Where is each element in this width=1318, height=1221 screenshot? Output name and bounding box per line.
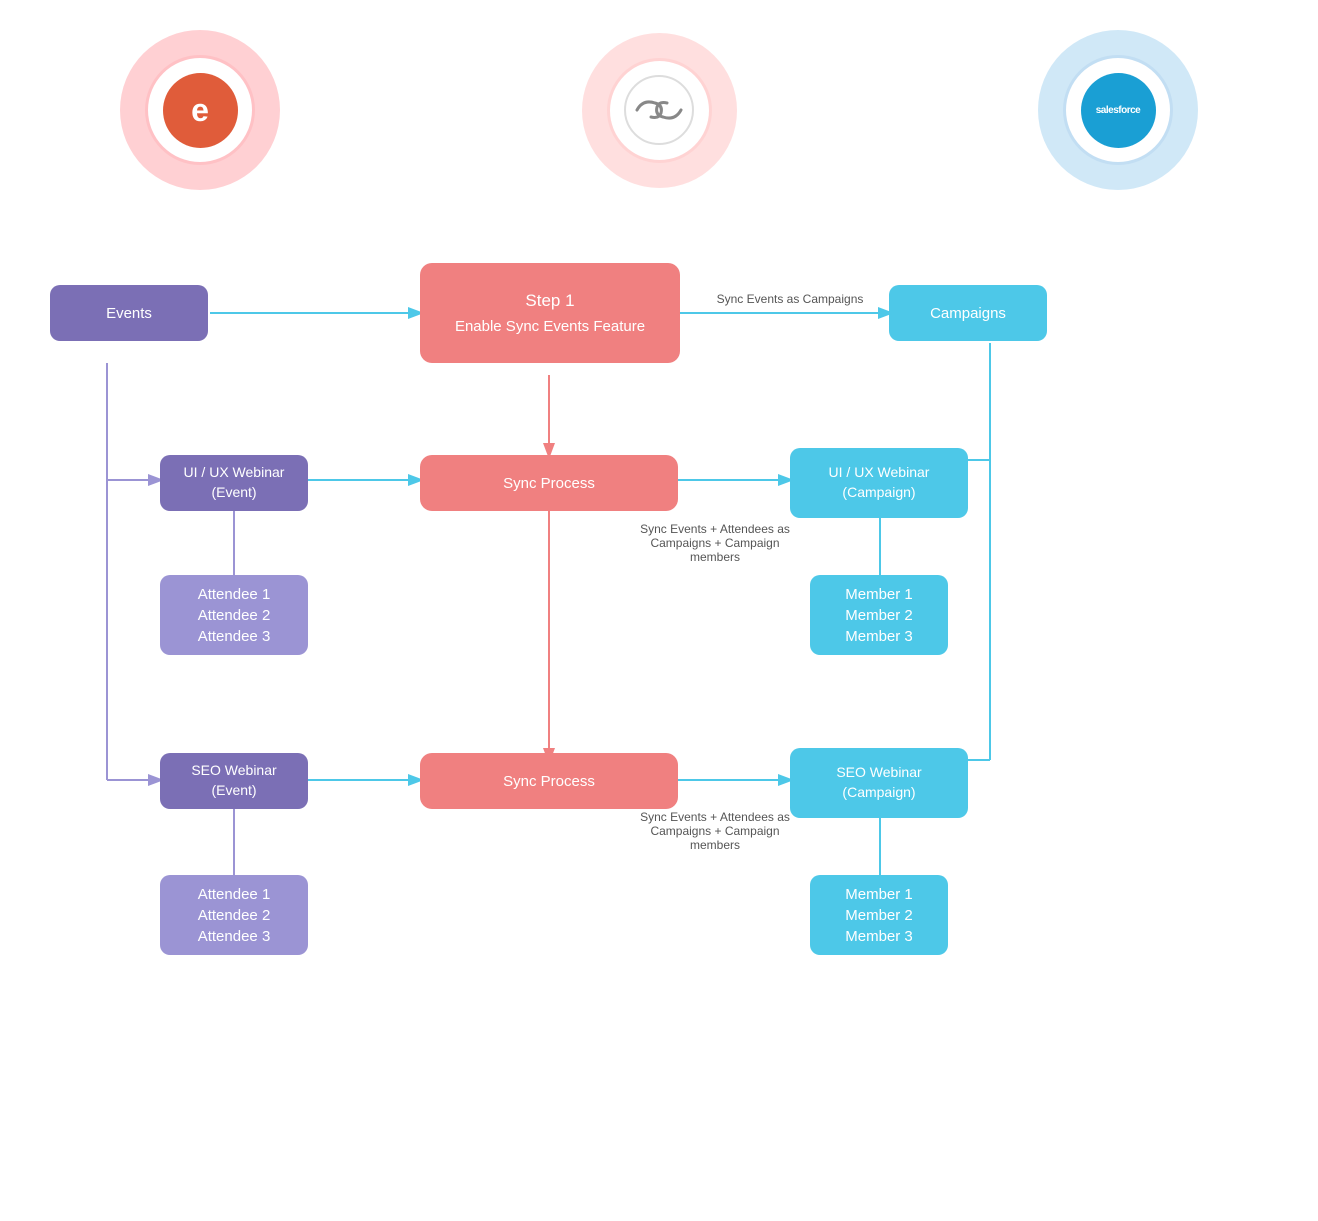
syncapps-icon bbox=[624, 75, 694, 145]
sync-process-1-box: Sync Process bbox=[420, 455, 678, 511]
sync-events-label: Sync Events as Campaigns bbox=[700, 292, 880, 306]
sync-attendees-1-label: Sync Events + Attendees as Campaigns + C… bbox=[640, 522, 790, 564]
ui-ux-campaign-box: UI / UX Webinar (Campaign) bbox=[790, 448, 968, 518]
attendees-2-box: Attendee 1 Attendee 2 Attendee 3 bbox=[160, 875, 308, 955]
seo-campaign-box: SEO Webinar (Campaign) bbox=[790, 748, 968, 818]
ui-ux-event-box: UI / UX Webinar (Event) bbox=[160, 455, 308, 511]
campaigns-box: Campaigns bbox=[889, 285, 1047, 341]
events-box: Events bbox=[50, 285, 208, 341]
members-1-box: Member 1 Member 2 Member 3 bbox=[810, 575, 948, 655]
step1-box: Step 1 Enable Sync Events Feature bbox=[420, 263, 680, 363]
salesforce-logo: salesforce bbox=[1038, 30, 1198, 190]
sync-attendees-2-label: Sync Events + Attendees as Campaigns + C… bbox=[640, 810, 790, 852]
eventbrite-icon: e bbox=[163, 73, 238, 148]
logos-section: e salesforce bbox=[0, 0, 1318, 200]
members-2-box: Member 1 Member 2 Member 3 bbox=[810, 875, 948, 955]
attendees-1-box: Attendee 1 Attendee 2 Attendee 3 bbox=[160, 575, 308, 655]
seo-event-box: SEO Webinar (Event) bbox=[160, 753, 308, 809]
syncapps-logo bbox=[582, 33, 737, 188]
diagram: Events Step 1 Enable Sync Events Feature… bbox=[0, 200, 1318, 1220]
salesforce-icon: salesforce bbox=[1081, 73, 1156, 148]
sync-process-2-box: Sync Process bbox=[420, 753, 678, 809]
eventbrite-logo: e bbox=[120, 30, 280, 190]
